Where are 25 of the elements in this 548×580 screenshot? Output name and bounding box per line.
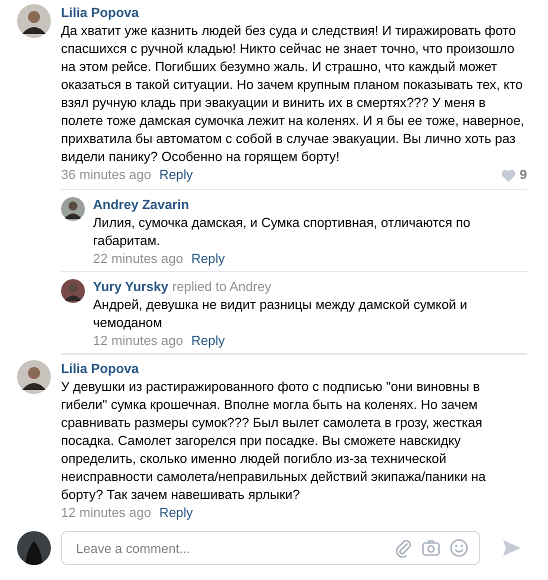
reply-link[interactable]: Reply — [191, 332, 225, 350]
comment-text: У девушки из растиражированного фото с подписью "они виновны в гибели" сумка крошечная. Вполне могла быть на коленях. Но зачем сравнивать размеры сумок??? Был вылет самолета в грозу, жесткая посадка. Самолет загорелся при посадке. Вы сможете навскидку определить, сколько именно людей погибло из-за технической неисправности самолета/неправильных действий экипажа/паники на борту? Так зачем навешивать ярлыки? — [61, 378, 487, 504]
timestamp: 12 minutes ago — [61, 504, 152, 522]
timestamp: 36 minutes ago — [61, 166, 152, 184]
reply-link[interactable]: Reply — [191, 250, 225, 268]
author-name[interactable]: Yury Yursky — [93, 279, 168, 294]
timestamp: 12 minutes ago — [93, 332, 184, 350]
author-name[interactable]: Lilia Popova — [61, 5, 139, 20]
avatar[interactable] — [61, 197, 85, 221]
author-name[interactable]: Andrey Zavarin — [93, 197, 190, 212]
timestamp: 22 minutes ago — [93, 250, 184, 268]
reply-link[interactable]: Reply — [159, 504, 193, 522]
comment-field[interactable]: Leave a comment... — [61, 531, 480, 565]
reply-link[interactable]: Reply — [159, 166, 193, 184]
avatar[interactable] — [17, 4, 51, 38]
paperclip-icon[interactable] — [393, 538, 413, 558]
comment-text: Да хватит уже казнить людей без суда и следствия! И тиражировать фото спасшихся с ручной кладью! Никто сейчас не знает точно, что произошло на этом рейсе. Погибших безумно жаль. И страшно, что каждый может оказаться в такой ситуации. Но зачем крупным планом показывать тех, кто взял ручную кладь при эвакуации и винить их в смертях??? У меня в полете тоже дамская сумочка лежит на коленях. И я бы ее тоже, наверное, прихватила бы автоматом с собой в случае эвакуации. Вы лично хоть раз видели панику? Особенно на горящем борту! — [61, 22, 526, 166]
author-name[interactable]: Lilia Popova — [61, 361, 139, 376]
avatar[interactable] — [17, 360, 51, 394]
like-count: 9 — [520, 166, 527, 184]
comment-text: Андрей, девушка не видит разницы между дамской сумкой и чемоданом — [93, 296, 468, 332]
comment-text: Лилия, сумочка дамская, и Сумка спортивная, отличаются по габаритам. — [93, 214, 472, 250]
comment-input[interactable]: Leave a comment... — [74, 540, 385, 556]
avatar[interactable] — [61, 279, 85, 303]
user-avatar[interactable] — [17, 531, 51, 565]
